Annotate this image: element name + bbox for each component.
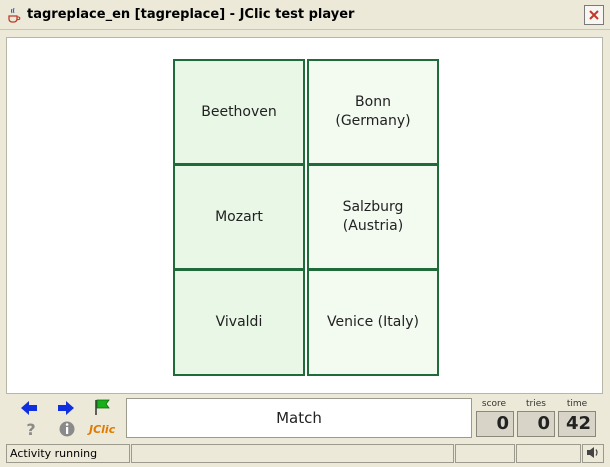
close-button[interactable]	[584, 5, 604, 25]
score-label: score	[481, 399, 507, 409]
title-bar: tagreplace_en [tagreplace] - JClic test …	[0, 0, 610, 30]
cell-left-1[interactable]: Beethoven	[173, 59, 305, 165]
svg-text:?: ?	[26, 420, 35, 438]
window-title: tagreplace_en [tagreplace] - JClic test …	[27, 7, 355, 22]
cell-left-3[interactable]: Vivaldi	[173, 269, 305, 376]
time-counter: 42	[558, 411, 596, 437]
arrow-right-icon[interactable]	[57, 399, 75, 417]
close-icon	[589, 10, 599, 20]
status-segment-2	[131, 444, 454, 463]
arrow-left-icon[interactable]	[20, 399, 38, 417]
sound-button[interactable]	[582, 444, 604, 463]
activity-panel: Beethoven Mozart Vivaldi Bonn (Germany) …	[6, 37, 603, 394]
cell-right-1[interactable]: Bonn (Germany)	[307, 59, 439, 165]
info-icon[interactable]	[58, 420, 76, 438]
status-segment-4	[516, 444, 581, 463]
cell-left-2[interactable]: Mozart	[173, 164, 305, 270]
green-flag-icon[interactable]	[93, 398, 111, 416]
cell-right-3[interactable]: Venice (Italy)	[307, 269, 439, 376]
status-text: Activity running	[6, 444, 130, 463]
time-label: time	[566, 399, 588, 409]
status-segment-3	[455, 444, 515, 463]
speaker-icon	[587, 447, 598, 458]
cell-right-2[interactable]: Salzburg (Austria)	[307, 164, 439, 270]
tries-label: tries	[526, 399, 546, 409]
bottom-toolbar: ? JClic Match score 0 tries 0 time 42	[6, 396, 603, 440]
status-bar: Activity running	[0, 442, 610, 467]
question-icon[interactable]: ?	[22, 420, 40, 438]
score-counter: 0	[476, 411, 514, 437]
tries-counter: 0	[517, 411, 555, 437]
jclic-logo[interactable]: JClic	[89, 423, 115, 436]
message-text: Match	[276, 409, 322, 427]
message-box: Match	[126, 398, 472, 438]
java-cup-icon	[8, 7, 21, 23]
